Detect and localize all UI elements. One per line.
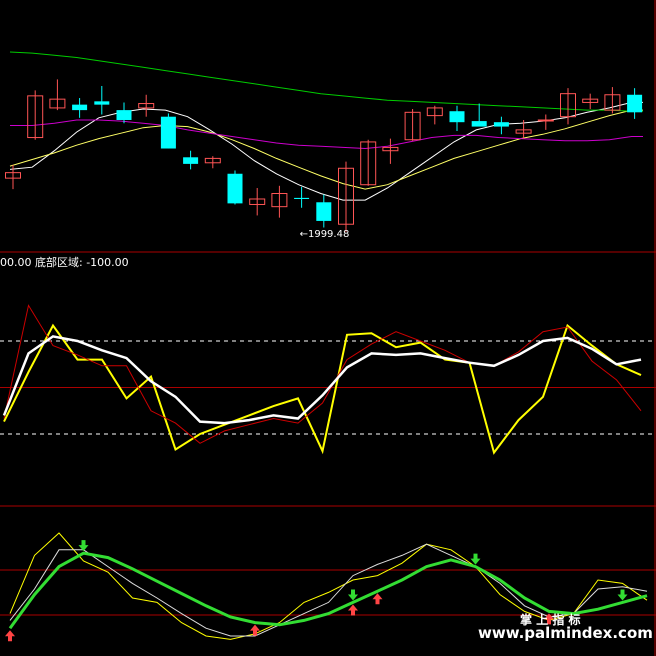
watermark-url: www.palmindex.com [478,624,653,642]
buy-arrow-icon [5,630,15,642]
chart-canvas: ←1999.48 [0,0,656,656]
candle-body-up [537,119,554,122]
candle-body-down [94,101,110,105]
buy-arrow-icon [372,593,383,605]
candle-body-down [183,157,199,164]
buy-arrow-icon [348,604,358,616]
low-price-label: ←1999.48 [300,229,350,240]
ma-line-ma_slow [10,119,643,150]
candle-body-down [227,173,243,204]
sell-arrow-icon [348,589,358,601]
oscillator-header: 00.00 底部区域: -100.00 [0,256,129,269]
sell-arrow-icon [470,553,481,565]
candle-body-down [294,197,310,199]
candle-body-down [160,116,176,149]
oscillator-name: 底部区域 [35,256,79,269]
candle-body-down [316,202,332,221]
oscillator-panel [0,304,656,455]
candle-body-down [449,111,465,123]
candle-body-down [116,110,132,120]
oscillator-line-red [3,304,642,444]
oscillator-prefix: 00.00 [0,256,32,269]
candle-body-down [72,104,88,111]
candle-body-down [493,122,509,127]
sell-arrow-icon [617,589,628,601]
panel-grid [0,0,656,656]
ma-line-ma_mid [9,109,643,190]
oscillator-line-white [2,335,642,425]
candle-body-down [471,121,487,127]
ma-line-ma_fast [9,101,643,201]
price-panel: ←1999.48 [5,51,643,240]
oscillator-value: -100.00 [86,256,129,269]
candle-body-down [627,94,643,113]
